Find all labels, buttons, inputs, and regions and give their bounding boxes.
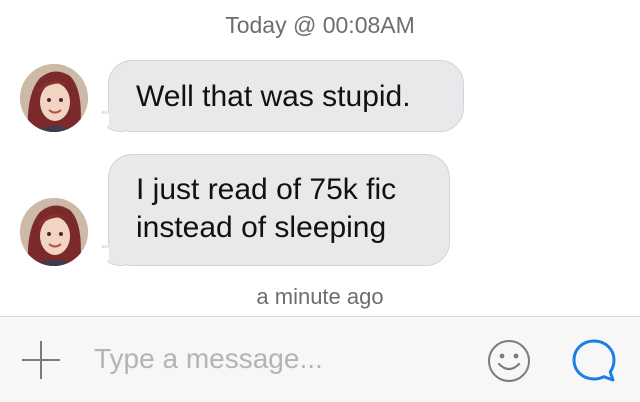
message-text-line-1: I just read of 75k fic bbox=[136, 173, 397, 206]
avatar-image bbox=[20, 198, 88, 266]
message-bubble: I just read of 75k fic instead of sleepi… bbox=[95, 154, 450, 266]
avatar[interactable] bbox=[20, 198, 88, 266]
message-input[interactable] bbox=[94, 339, 454, 379]
delivery-status: a minute ago bbox=[256, 284, 384, 309]
avatar[interactable] bbox=[20, 64, 88, 132]
timestamp-label: Today @ 00:08AM bbox=[225, 12, 415, 38]
smiley-icon[interactable] bbox=[487, 339, 531, 383]
composer-bar bbox=[0, 316, 640, 402]
plus-icon[interactable] bbox=[22, 341, 60, 379]
message-text-line-2: instead of sleeping bbox=[136, 211, 387, 244]
message-bubble: Well that was stupid. bbox=[95, 60, 464, 132]
avatar-image bbox=[20, 64, 88, 132]
message-text: Well that was stupid. bbox=[136, 80, 411, 113]
chat-bubble-icon[interactable] bbox=[570, 337, 618, 385]
